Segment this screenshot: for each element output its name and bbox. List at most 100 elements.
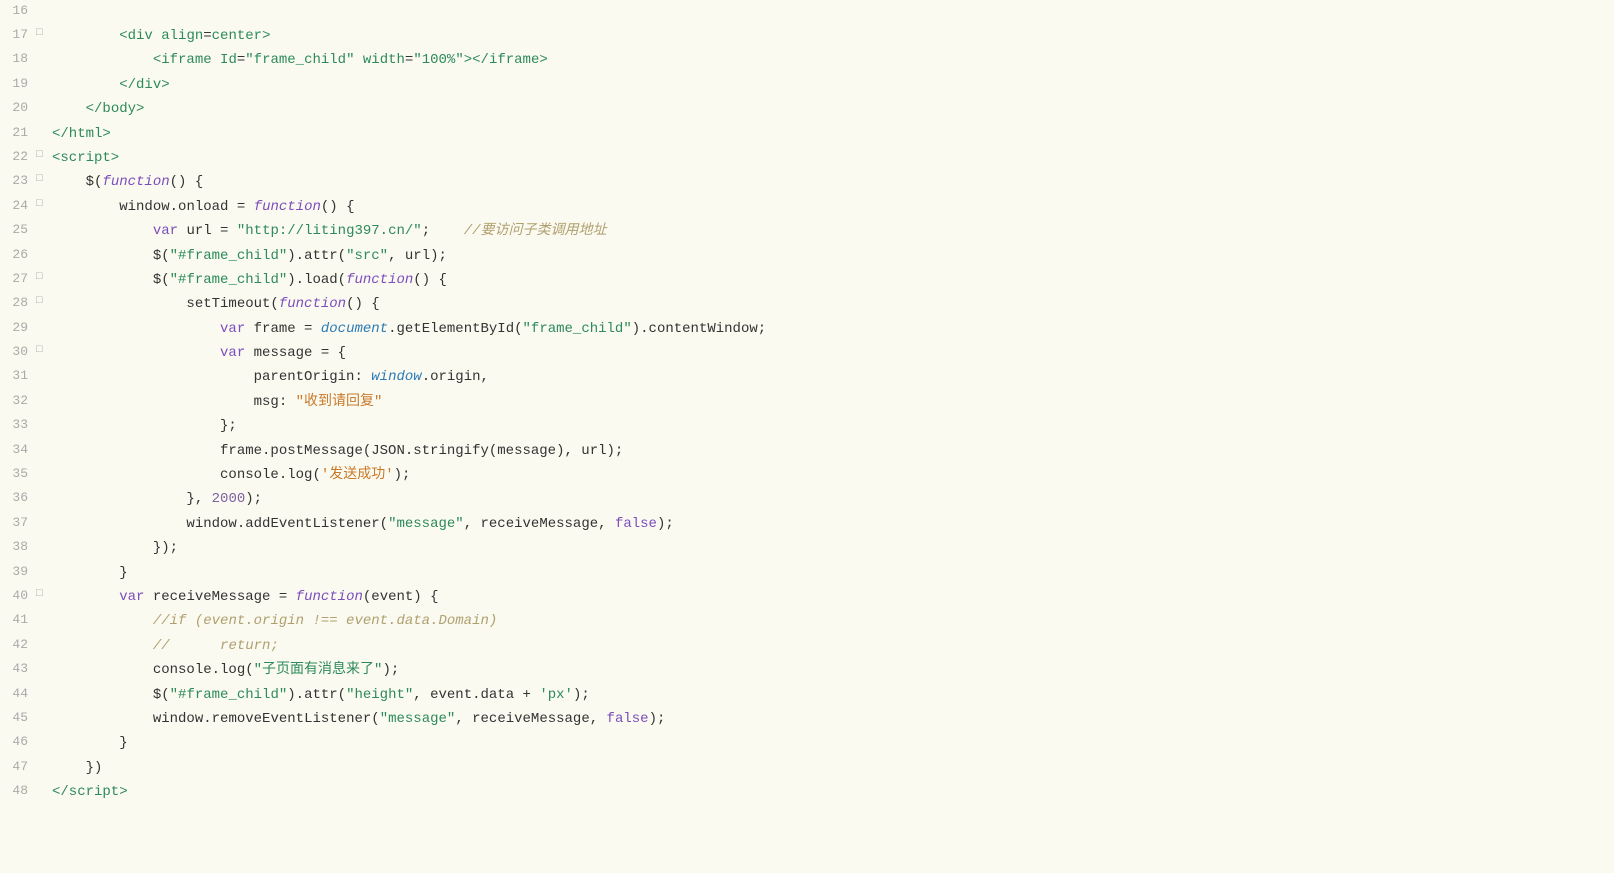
code-line-18: 18 <iframe Id="frame_child" width="100%"… xyxy=(0,48,1614,72)
line-content-41: //if (event.origin !== event.data.Domain… xyxy=(52,610,1614,632)
fold-22[interactable]: □ xyxy=(36,147,52,165)
line-content-31: parentOrigin: window.origin, xyxy=(52,366,1614,388)
fold-28[interactable]: □ xyxy=(36,293,52,311)
code-line-21: 21 </html> xyxy=(0,122,1614,146)
line-num-36: 36 xyxy=(0,488,36,509)
line-num-46: 46 xyxy=(0,732,36,753)
line-num-24: 24 xyxy=(0,196,36,217)
line-content-30: var message = { xyxy=(52,342,1614,364)
line-content-28: setTimeout(function() { xyxy=(52,293,1614,315)
line-num-34: 34 xyxy=(0,440,36,461)
code-line-36: 36 }, 2000); xyxy=(0,487,1614,511)
line-num-18: 18 xyxy=(0,49,36,70)
fold-23[interactable]: □ xyxy=(36,171,52,189)
line-num-48: 48 xyxy=(0,781,36,802)
line-num-42: 42 xyxy=(0,635,36,656)
code-line-24: 24 □ window.onload = function() { xyxy=(0,195,1614,219)
line-num-32: 32 xyxy=(0,391,36,412)
line-num-21: 21 xyxy=(0,123,36,144)
code-line-29: 29 var frame = document.getElementById("… xyxy=(0,317,1614,341)
code-line-47: 47 }) xyxy=(0,756,1614,780)
code-line-20: 20 </body> xyxy=(0,97,1614,121)
line-num-16: 16 xyxy=(0,1,36,22)
code-line-41: 41 //if (event.origin !== event.data.Dom… xyxy=(0,609,1614,633)
line-content-25: var url = "http://liting397.cn/"; //要访问子… xyxy=(52,220,1614,242)
line-content-33: }; xyxy=(52,415,1614,437)
line-content-38: }); xyxy=(52,537,1614,559)
line-content-23: $(function() { xyxy=(52,171,1614,193)
code-line-38: 38 }); xyxy=(0,536,1614,560)
line-content-39: } xyxy=(52,562,1614,584)
line-content-48: </script> xyxy=(52,781,1614,803)
code-line-32: 32 msg: "收到请回复" xyxy=(0,390,1614,414)
code-line-45: 45 window.removeEventListener("message",… xyxy=(0,707,1614,731)
line-content-45: window.removeEventListener("message", re… xyxy=(52,708,1614,730)
line-num-25: 25 xyxy=(0,220,36,241)
code-line-16: 16 xyxy=(0,0,1614,24)
line-num-26: 26 xyxy=(0,245,36,266)
code-line-39: 39 } xyxy=(0,561,1614,585)
line-num-19: 19 xyxy=(0,74,36,95)
line-num-40: 40 xyxy=(0,586,36,607)
code-editor: 16 17 □ <div align=center> 18 <iframe Id… xyxy=(0,0,1614,873)
code-line-28: 28 □ setTimeout(function() { xyxy=(0,292,1614,316)
line-num-28: 28 xyxy=(0,293,36,314)
line-content-46: } xyxy=(52,732,1614,754)
line-num-31: 31 xyxy=(0,366,36,387)
fold-17[interactable]: □ xyxy=(36,25,52,43)
code-line-23: 23 □ $(function() { xyxy=(0,170,1614,194)
code-line-37: 37 window.addEventListener("message", re… xyxy=(0,512,1614,536)
line-num-47: 47 xyxy=(0,757,36,778)
line-content-34: frame.postMessage(JSON.stringify(message… xyxy=(52,440,1614,462)
line-content-27: $("#frame_child").load(function() { xyxy=(52,269,1614,291)
line-num-22: 22 xyxy=(0,147,36,168)
code-line-34: 34 frame.postMessage(JSON.stringify(mess… xyxy=(0,439,1614,463)
line-content-29: var frame = document.getElementById("fra… xyxy=(52,318,1614,340)
line-num-33: 33 xyxy=(0,415,36,436)
line-content-36: }, 2000); xyxy=(52,488,1614,510)
line-num-41: 41 xyxy=(0,610,36,631)
code-line-26: 26 $("#frame_child").attr("src", url); xyxy=(0,244,1614,268)
line-num-44: 44 xyxy=(0,684,36,705)
fold-27[interactable]: □ xyxy=(36,269,52,287)
line-content-42: // return; xyxy=(52,635,1614,657)
code-line-17: 17 □ <div align=center> xyxy=(0,24,1614,48)
code-line-35: 35 console.log('发送成功'); xyxy=(0,463,1614,487)
line-num-37: 37 xyxy=(0,513,36,534)
code-line-48: 48 </script> xyxy=(0,780,1614,804)
line-content-40: var receiveMessage = function(event) { xyxy=(52,586,1614,608)
line-num-27: 27 xyxy=(0,269,36,290)
fold-40[interactable]: □ xyxy=(36,586,52,604)
line-num-17: 17 xyxy=(0,25,36,46)
line-content-35: console.log('发送成功'); xyxy=(52,464,1614,486)
line-num-38: 38 xyxy=(0,537,36,558)
code-line-43: 43 console.log("子页面有消息来了"); xyxy=(0,658,1614,682)
line-content-47: }) xyxy=(52,757,1614,779)
line-content-37: window.addEventListener("message", recei… xyxy=(52,513,1614,535)
line-num-39: 39 xyxy=(0,562,36,583)
code-line-19: 19 </div> xyxy=(0,73,1614,97)
fold-30[interactable]: □ xyxy=(36,342,52,360)
line-num-29: 29 xyxy=(0,318,36,339)
line-content-44: $("#frame_child").attr("height", event.d… xyxy=(52,684,1614,706)
code-line-40: 40 □ var receiveMessage = function(event… xyxy=(0,585,1614,609)
line-content-26: $("#frame_child").attr("src", url); xyxy=(52,245,1614,267)
code-line-31: 31 parentOrigin: window.origin, xyxy=(0,365,1614,389)
line-num-43: 43 xyxy=(0,659,36,680)
line-content-43: console.log("子页面有消息来了"); xyxy=(52,659,1614,681)
line-content-19: </div> xyxy=(52,74,1614,96)
line-content-22: <script> xyxy=(52,147,1614,169)
line-content-20: </body> xyxy=(52,98,1614,120)
code-line-27: 27 □ $("#frame_child").load(function() { xyxy=(0,268,1614,292)
code-line-33: 33 }; xyxy=(0,414,1614,438)
line-content-21: </html> xyxy=(52,123,1614,145)
code-line-30: 30 □ var message = { xyxy=(0,341,1614,365)
code-line-42: 42 // return; xyxy=(0,634,1614,658)
line-num-23: 23 xyxy=(0,171,36,192)
line-num-30: 30 xyxy=(0,342,36,363)
code-line-44: 44 $("#frame_child").attr("height", even… xyxy=(0,683,1614,707)
code-line-25: 25 var url = "http://liting397.cn/"; //要… xyxy=(0,219,1614,243)
line-num-20: 20 xyxy=(0,98,36,119)
line-num-45: 45 xyxy=(0,708,36,729)
fold-24[interactable]: □ xyxy=(36,196,52,214)
